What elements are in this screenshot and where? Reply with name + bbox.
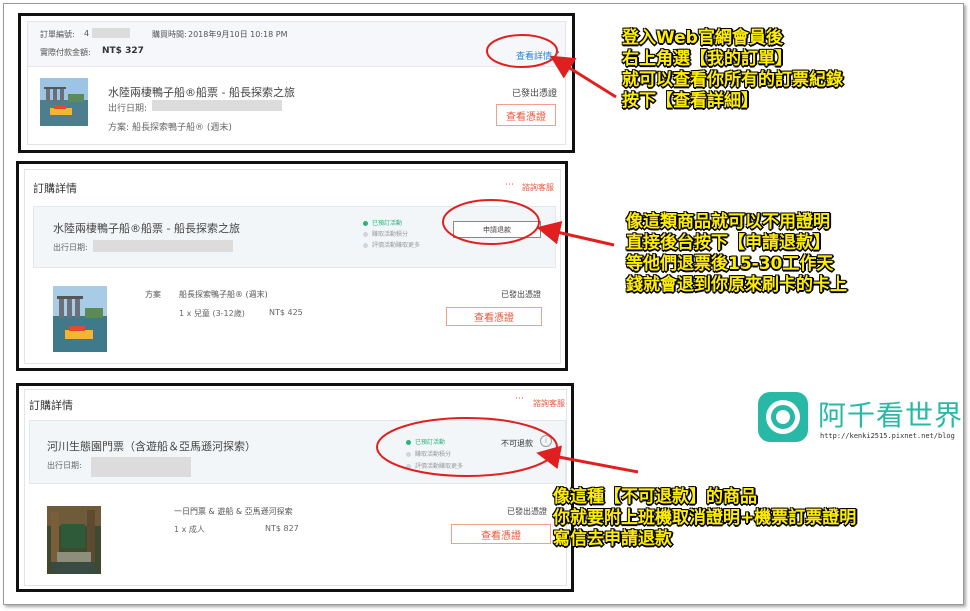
plan-value: 船長探索鴨子船® (週末)	[132, 123, 232, 133]
note-line: 寫信去申請退款	[553, 529, 672, 549]
note-line: 錢就會退到你原來刷卡的卡上	[626, 275, 847, 295]
note-line: 按下【查看詳細】	[622, 91, 758, 111]
purchase-time-value: 2018年9月10日 10:18 PM	[188, 30, 288, 39]
step-label: 已預訂活動	[415, 439, 446, 446]
chat-icon[interactable]: ⋯	[515, 394, 524, 404]
annotation-note-2: 像這類商品就可以不用證明 直接後台按下【申請退款】 等他們退票後15-30工作天…	[626, 212, 847, 296]
step-dot-done	[406, 440, 411, 445]
product-title[interactable]: 河川生態園門票（含遊船＆亞馬遜河探索）	[47, 438, 256, 454]
camera-logo-icon	[758, 392, 808, 442]
step-label: 賺取活動積分	[415, 451, 452, 458]
order-no-value: 4	[84, 29, 90, 38]
price: NT$ 827	[265, 524, 299, 533]
order-detail-card: 訂購詳情 ⋯ 諮詢客服 水陸兩棲鴨子船®船票 - 船長探索之旅 出行日期: 已預…	[24, 169, 561, 364]
annotation-note-3: 像這種【不可退款】的商品 你就要附上班機取消證明+機票訂票證明 寫信去申請退款	[553, 487, 856, 550]
voucher-status: 已發出憑證	[501, 290, 541, 299]
view-voucher-button[interactable]: 查看憑證	[446, 307, 542, 326]
paid-amount-value: NT$ 327	[102, 46, 144, 56]
note-line: 右上角選【我的訂單】	[622, 49, 792, 69]
order-detail-panel-nonrefundable: 訂購詳情 ⋯ 諮詢客服 河川生態園門票（含遊船＆亞馬遜河探索） 出行日期: 已預…	[16, 383, 574, 592]
order-detail-panel-refundable: 訂購詳情 ⋯ 諮詢客服 水陸兩棲鴨子船®船票 - 船長探索之旅 出行日期: 已預…	[16, 161, 568, 371]
quantity-line: 1 x 兒童 (3-12歲)	[179, 309, 245, 318]
view-details-link[interactable]: 查看詳情	[516, 49, 552, 62]
chevron-right-icon: ›	[556, 47, 560, 58]
travel-date-label: 出行日期:	[53, 243, 88, 252]
request-refund-button[interactable]: 申請退款	[453, 221, 541, 238]
product-title[interactable]: 水陸兩棲鴨子船®船票 - 船長探索之旅	[53, 220, 240, 236]
product-thumbnail	[40, 78, 88, 126]
non-refundable-label: 不可退款	[501, 439, 533, 448]
note-line: 等他們退票後15-30工作天	[626, 254, 834, 274]
product-thumbnail	[47, 506, 101, 574]
step-label: 評價活動賺取更多	[415, 463, 464, 470]
plan-value: 船長探索鴨子船® (週末)	[179, 290, 268, 299]
contact-support-link[interactable]: 諮詢客服	[533, 398, 565, 409]
logo-url: http://kenki2515.pixnet.net/blog	[820, 432, 955, 440]
step-label: 賺取活動積分	[372, 231, 409, 238]
order-card: 訂單編號: 4 購買時間: 2018年9月10日 10:18 PM 實際付款金額…	[27, 21, 566, 145]
quantity-line: 1 x 成人	[174, 525, 205, 534]
step-dot-done	[363, 221, 368, 226]
paid-amount-label: 實際付款金額:	[40, 48, 91, 57]
contact-support-link[interactable]: 諮詢客服	[522, 182, 554, 193]
plan-label: 方案	[145, 290, 161, 299]
product-title[interactable]: 水陸兩棲鴨子船®船票 - 船長探索之旅	[108, 84, 295, 100]
order-detail-card: 訂購詳情 ⋯ 諮詢客服 河川生態園門票（含遊船＆亞馬遜河探索） 出行日期: 已預…	[24, 389, 567, 586]
note-line: 像這種【不可退款】的商品	[553, 487, 757, 507]
step-label: 評價活動賺取更多	[372, 242, 421, 249]
step-label: 已預訂活動	[372, 220, 403, 227]
order-detail-title: 訂購詳情	[29, 399, 73, 412]
view-voucher-button[interactable]: 查看憑證	[496, 104, 556, 126]
step-dot	[363, 243, 368, 248]
travel-date-label: 出行日期:	[108, 104, 148, 114]
purchase-time-label: 購買時間:	[152, 30, 187, 39]
step-dot	[406, 464, 411, 469]
travel-date-redacted	[91, 457, 191, 477]
order-list-panel: 訂單編號: 4 購買時間: 2018年9月10日 10:18 PM 實際付款金額…	[18, 13, 575, 153]
note-line: 登入Web官網會員後	[622, 28, 783, 48]
logo-text: 阿千看世界	[818, 399, 964, 432]
travel-date-redacted	[152, 100, 282, 111]
product-thumbnail	[53, 286, 107, 352]
order-no-label: 訂單編號:	[40, 30, 75, 39]
note-line: 你就要附上班機取消證明+機票訂票證明	[553, 508, 857, 528]
note-line: 直接後台按下【申請退款】	[626, 233, 830, 253]
price: NT$ 425	[269, 308, 303, 317]
step-dot	[406, 452, 411, 457]
travel-date-redacted	[93, 240, 233, 252]
chat-icon[interactable]: ⋯	[505, 180, 514, 190]
blog-logo: 阿千看世界 http://kenki2515.pixnet.net/blog	[756, 390, 962, 450]
plan-value: 一日門票 & 遊船 & 亞馬遜河探索	[174, 507, 293, 516]
travel-date-label: 出行日期:	[47, 461, 82, 470]
annotation-note-1: 登入Web官網會員後 右上角選【我的訂單】 就可以查看你所有的訂票紀錄 按下【查…	[622, 28, 843, 112]
info-icon[interactable]: i	[540, 435, 552, 447]
note-line: 就可以查看你所有的訂票紀錄	[622, 70, 843, 90]
voucher-status: 已發出憑證	[507, 507, 547, 516]
plan-label: 方案:	[108, 123, 130, 133]
order-detail-title: 訂購詳情	[33, 182, 77, 195]
step-dot	[363, 232, 368, 237]
note-line: 像這類商品就可以不用證明	[626, 212, 830, 232]
view-voucher-button[interactable]: 查看憑證	[451, 524, 551, 544]
order-no-redacted	[92, 28, 130, 38]
voucher-status: 已發出憑證	[512, 89, 558, 99]
